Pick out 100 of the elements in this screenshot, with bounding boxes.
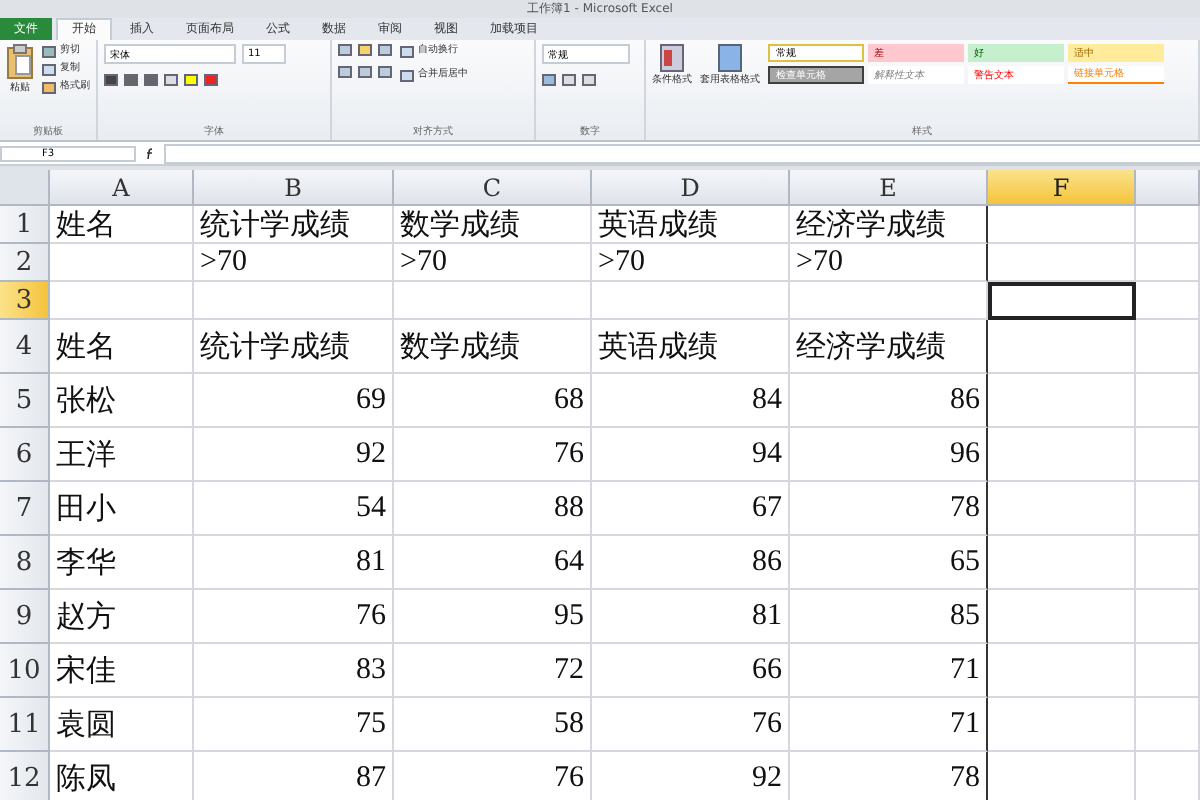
table-cell[interactable]: [1136, 320, 1200, 374]
table-cell[interactable]: 65: [790, 536, 988, 590]
column-header[interactable]: F: [988, 170, 1136, 206]
table-cell[interactable]: [1136, 206, 1200, 244]
table-cell[interactable]: 58: [394, 698, 592, 752]
row-header[interactable]: 8: [0, 536, 50, 590]
table-cell[interactable]: [1136, 590, 1200, 644]
table-cell[interactable]: 赵方: [50, 590, 194, 644]
table-cell[interactable]: 袁圆: [50, 698, 194, 752]
row-header[interactable]: 2: [0, 244, 50, 282]
row-header[interactable]: 1: [0, 206, 50, 244]
table-cell[interactable]: 76: [194, 590, 394, 644]
column-header[interactable]: A: [50, 170, 194, 206]
table-cell[interactable]: 78: [790, 482, 988, 536]
table-cell[interactable]: 经济学成绩: [790, 206, 988, 244]
table-cell[interactable]: 84: [592, 374, 790, 428]
table-cell[interactable]: 54: [194, 482, 394, 536]
row-header[interactable]: 3: [0, 282, 50, 320]
table-cell[interactable]: 83: [194, 644, 394, 698]
table-cell[interactable]: 94: [592, 428, 790, 482]
table-cell[interactable]: [394, 282, 592, 320]
table-cell[interactable]: [194, 282, 394, 320]
row-header[interactable]: 6: [0, 428, 50, 482]
table-cell[interactable]: 87: [194, 752, 394, 800]
table-cell[interactable]: [50, 244, 194, 282]
table-cell[interactable]: 姓名: [50, 320, 194, 374]
row-header[interactable]: 12: [0, 752, 50, 800]
table-cell[interactable]: 宋佳: [50, 644, 194, 698]
table-cell[interactable]: 95: [394, 590, 592, 644]
table-cell[interactable]: 92: [194, 428, 394, 482]
table-cell[interactable]: [1136, 482, 1200, 536]
table-cell[interactable]: [988, 590, 1136, 644]
table-cell[interactable]: [1136, 244, 1200, 282]
table-cell[interactable]: 陈凤: [50, 752, 194, 800]
row-header[interactable]: 9: [0, 590, 50, 644]
table-cell[interactable]: 67: [592, 482, 790, 536]
table-cell[interactable]: 71: [790, 644, 988, 698]
formula-field[interactable]: [164, 144, 1200, 164]
table-cell[interactable]: [988, 428, 1136, 482]
table-cell[interactable]: [988, 244, 1136, 282]
column-header[interactable]: B: [194, 170, 394, 206]
table-cell[interactable]: 75: [194, 698, 394, 752]
table-cell[interactable]: [988, 644, 1136, 698]
table-cell[interactable]: [1136, 644, 1200, 698]
table-cell[interactable]: 英语成绩: [592, 320, 790, 374]
select-all-corner[interactable]: [0, 170, 50, 206]
table-cell[interactable]: [988, 374, 1136, 428]
table-cell[interactable]: [592, 282, 790, 320]
table-cell[interactable]: 李华: [50, 536, 194, 590]
table-cell[interactable]: 69: [194, 374, 394, 428]
column-header[interactable]: C: [394, 170, 592, 206]
row-header[interactable]: 7: [0, 482, 50, 536]
table-cell[interactable]: 田小: [50, 482, 194, 536]
table-cell[interactable]: [988, 320, 1136, 374]
table-cell[interactable]: [988, 206, 1136, 244]
row-header[interactable]: 11: [0, 698, 50, 752]
table-cell[interactable]: 经济学成绩: [790, 320, 988, 374]
table-cell[interactable]: 姓名: [50, 206, 194, 244]
table-cell[interactable]: 81: [194, 536, 394, 590]
table-cell[interactable]: [1136, 536, 1200, 590]
table-cell[interactable]: 96: [790, 428, 988, 482]
table-cell[interactable]: 76: [394, 752, 592, 800]
table-cell[interactable]: >70: [790, 244, 988, 282]
table-cell[interactable]: [1136, 282, 1200, 320]
table-cell[interactable]: 88: [394, 482, 592, 536]
table-cell[interactable]: [50, 282, 194, 320]
table-cell[interactable]: 王洋: [50, 428, 194, 482]
table-cell[interactable]: >70: [394, 244, 592, 282]
table-cell[interactable]: [1136, 428, 1200, 482]
table-cell[interactable]: [988, 698, 1136, 752]
table-cell[interactable]: 张松: [50, 374, 194, 428]
table-cell[interactable]: [1136, 698, 1200, 752]
table-cell[interactable]: 72: [394, 644, 592, 698]
selected-cell[interactable]: [988, 282, 1136, 320]
table-cell[interactable]: [988, 536, 1136, 590]
function-icon[interactable]: [144, 148, 156, 160]
column-header[interactable]: D: [592, 170, 790, 206]
table-cell[interactable]: 英语成绩: [592, 206, 790, 244]
table-cell[interactable]: >70: [592, 244, 790, 282]
table-cell[interactable]: 76: [592, 698, 790, 752]
table-cell[interactable]: 85: [790, 590, 988, 644]
table-cell[interactable]: 81: [592, 590, 790, 644]
table-cell[interactable]: [1136, 374, 1200, 428]
table-cell[interactable]: 统计学成绩: [194, 320, 394, 374]
table-cell[interactable]: 统计学成绩: [194, 206, 394, 244]
column-header[interactable]: E: [790, 170, 988, 206]
table-cell[interactable]: 66: [592, 644, 790, 698]
table-cell[interactable]: 78: [790, 752, 988, 800]
table-cell[interactable]: [988, 482, 1136, 536]
table-cell[interactable]: 92: [592, 752, 790, 800]
table-cell[interactable]: 76: [394, 428, 592, 482]
column-header[interactable]: [1136, 170, 1200, 206]
row-header[interactable]: 5: [0, 374, 50, 428]
table-cell[interactable]: 数学成绩: [394, 320, 592, 374]
row-header[interactable]: 10: [0, 644, 50, 698]
table-cell[interactable]: 68: [394, 374, 592, 428]
table-cell[interactable]: 71: [790, 698, 988, 752]
table-cell[interactable]: 86: [592, 536, 790, 590]
table-cell[interactable]: 数学成绩: [394, 206, 592, 244]
table-cell[interactable]: >70: [194, 244, 394, 282]
